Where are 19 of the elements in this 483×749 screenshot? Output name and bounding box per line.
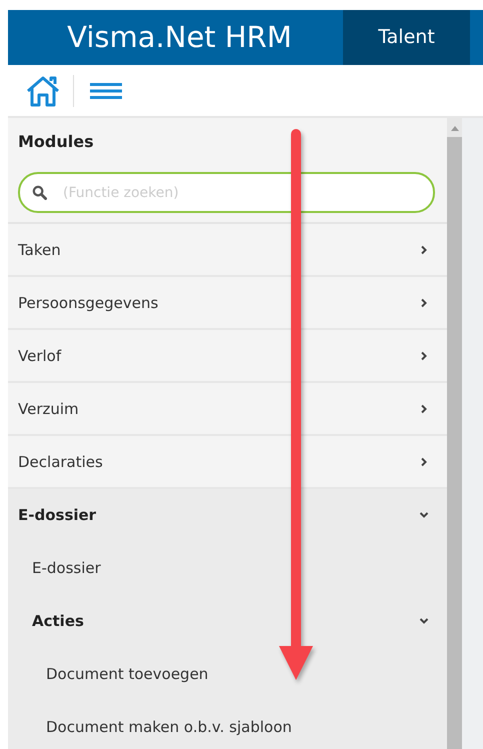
menu-group-item[interactable]: E-dossier bbox=[8, 489, 447, 542]
sidebar-heading: Modules bbox=[17, 131, 95, 153]
chevron-right-icon bbox=[419, 350, 429, 360]
menu-group-item[interactable]: Acties bbox=[8, 595, 447, 648]
chevron-right-icon bbox=[419, 456, 429, 466]
menu-item[interactable]: E-dossier bbox=[8, 542, 447, 595]
chevron-right-icon bbox=[419, 298, 429, 308]
scrollbar[interactable] bbox=[447, 118, 462, 749]
chevron-down-icon bbox=[419, 616, 429, 626]
app-title: Visma.Net HRM bbox=[66, 19, 293, 56]
chevron-right-icon bbox=[419, 404, 429, 414]
search-icon bbox=[32, 185, 47, 200]
menu-item[interactable]: Document toevoegen bbox=[8, 648, 447, 701]
talent-tab[interactable]: Talent bbox=[343, 10, 470, 65]
chevron-down-icon bbox=[419, 510, 429, 520]
menu-item[interactable]: Document maken o.b.v. sjabloon bbox=[8, 701, 447, 749]
chevron-right-icon bbox=[419, 244, 429, 254]
home-icon[interactable] bbox=[25, 74, 61, 106]
menu-icon[interactable] bbox=[90, 82, 122, 98]
